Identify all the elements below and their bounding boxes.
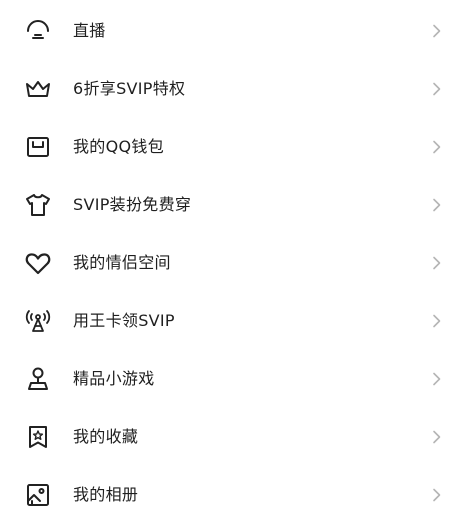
chevron-right-icon bbox=[432, 82, 442, 96]
side-menu: 直播 6折享SVIP特权 我的QQ钱包 SVIP装扮免费穿 我的情侣空间 用王卡… bbox=[0, 0, 472, 529]
live-broadcast-icon bbox=[23, 16, 53, 46]
signal-tower-icon bbox=[23, 306, 53, 336]
menu-item-label: 6折享SVIP特权 bbox=[73, 79, 186, 98]
chevron-right-icon bbox=[432, 256, 442, 270]
menu-item-wallet[interactable]: 我的QQ钱包 bbox=[0, 118, 472, 176]
wallet-icon bbox=[23, 132, 53, 162]
menu-item-label: 我的QQ钱包 bbox=[73, 137, 164, 156]
chevron-right-icon bbox=[432, 372, 442, 386]
menu-item-favorites[interactable]: 我的收藏 bbox=[0, 408, 472, 466]
bookmark-star-icon bbox=[23, 422, 53, 452]
menu-item-couple-space[interactable]: 我的情侣空间 bbox=[0, 234, 472, 292]
chevron-right-icon bbox=[432, 198, 442, 212]
menu-item-label: 用王卡领SVIP bbox=[73, 311, 175, 330]
chevron-right-icon bbox=[432, 430, 442, 444]
menu-item-label: SVIP装扮免费穿 bbox=[73, 195, 192, 214]
chevron-right-icon bbox=[432, 314, 442, 328]
chevron-right-icon bbox=[432, 488, 442, 502]
menu-item-label: 我的相册 bbox=[73, 485, 139, 504]
menu-item-label: 我的收藏 bbox=[73, 427, 139, 446]
chevron-right-icon bbox=[432, 140, 442, 154]
menu-item-label: 我的情侣空间 bbox=[73, 253, 171, 272]
menu-item-svip-dressup[interactable]: SVIP装扮免费穿 bbox=[0, 176, 472, 234]
menu-item-king-card[interactable]: 用王卡领SVIP bbox=[0, 292, 472, 350]
menu-item-live[interactable]: 直播 bbox=[0, 2, 472, 60]
photo-album-icon bbox=[23, 480, 53, 510]
menu-item-label: 直播 bbox=[73, 21, 106, 40]
heart-icon bbox=[23, 248, 53, 278]
tshirt-icon bbox=[23, 190, 53, 220]
joystick-icon bbox=[23, 364, 53, 394]
chevron-right-icon bbox=[432, 24, 442, 38]
menu-item-label: 精品小游戏 bbox=[73, 369, 155, 388]
menu-item-mini-games[interactable]: 精品小游戏 bbox=[0, 350, 472, 408]
menu-item-photo-album[interactable]: 我的相册 bbox=[0, 466, 472, 524]
menu-item-svip-discount[interactable]: 6折享SVIP特权 bbox=[0, 60, 472, 118]
crown-icon bbox=[23, 74, 53, 104]
